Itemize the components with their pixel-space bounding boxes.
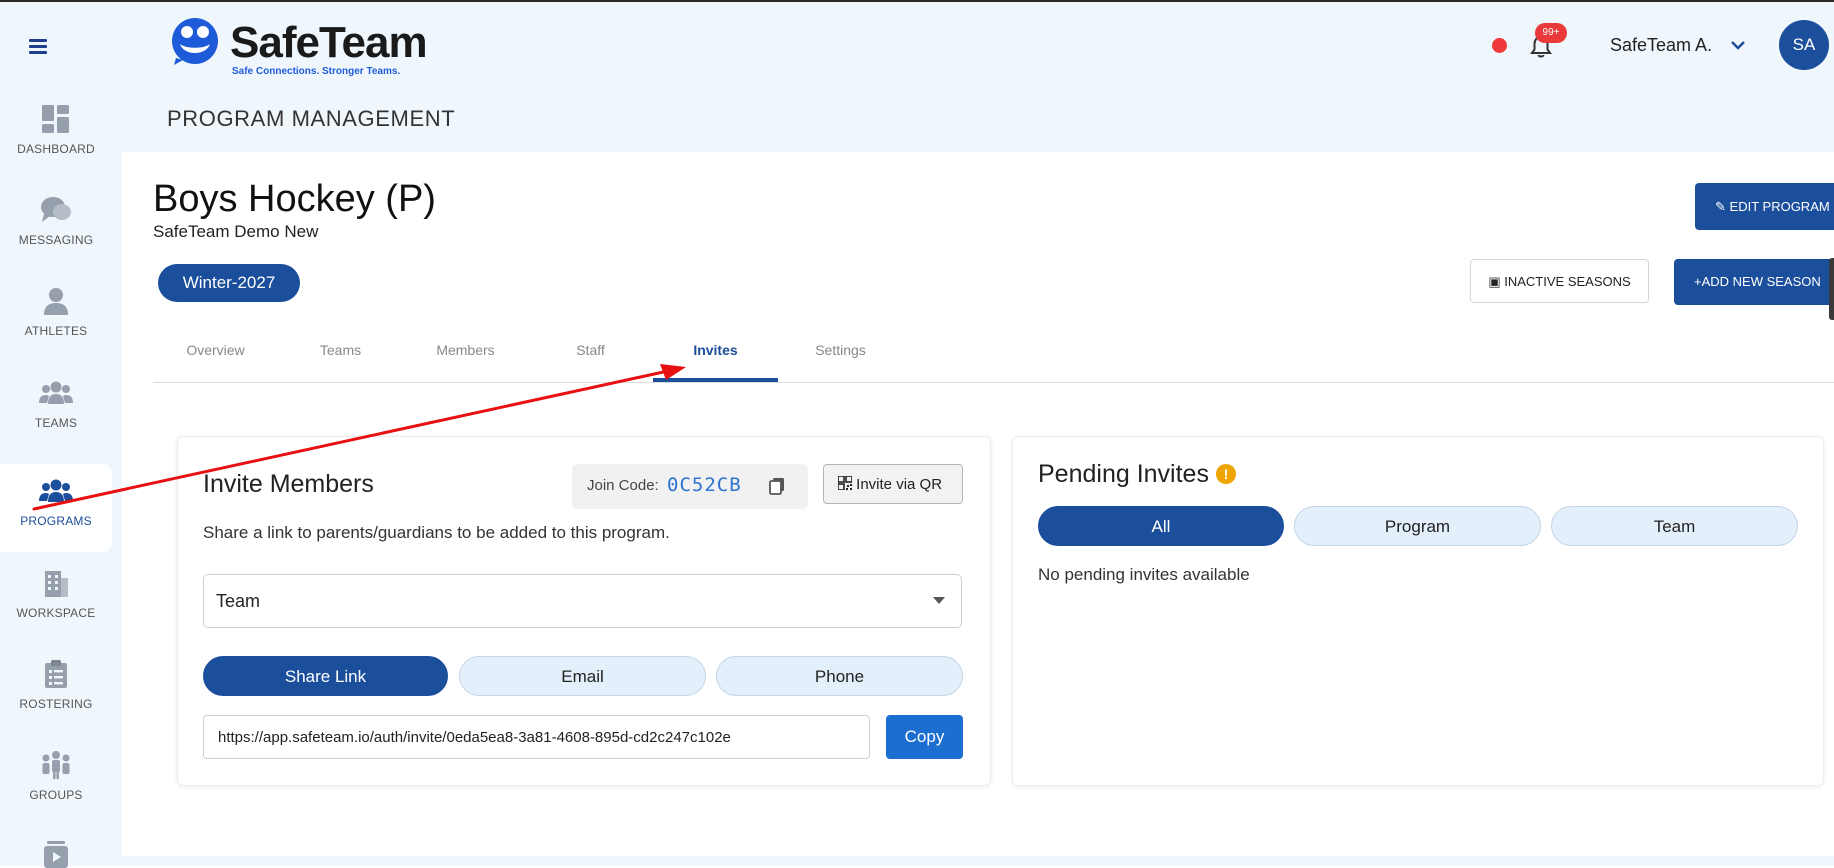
notification-badge: 99+ (1535, 23, 1567, 43)
logo-text: SafeTeam (230, 18, 428, 67)
program-organization: SafeTeam Demo New (153, 222, 319, 241)
invite-via-qr-label: Invite via QR (856, 476, 943, 493)
edit-program-button[interactable]: ✎ EDIT PROGRAM (1695, 183, 1834, 230)
sidebar-item-label: ROSTERING (19, 697, 93, 711)
copy-icon[interactable] (768, 477, 786, 495)
building-icon (45, 571, 68, 597)
pencil-icon: ✎ (1715, 199, 1726, 214)
tab-members[interactable]: Members (403, 330, 528, 382)
dashboard-icon (42, 105, 69, 133)
pending-invites-title: Pending Invites (1038, 460, 1209, 488)
sidebar-item-video[interactable] (0, 840, 112, 868)
status-dot (1492, 38, 1507, 53)
sidebar-item-teams[interactable]: TEAMS (0, 378, 112, 466)
join-code-label: Join Code: (587, 477, 659, 494)
warning-icon: ! (1216, 464, 1236, 484)
clipboard-icon (45, 660, 67, 688)
sidebar-item-workspace[interactable]: WORKSPACE (0, 568, 112, 656)
archive-icon: ▣ (1488, 274, 1501, 289)
copy-link-button[interactable]: Copy (886, 715, 963, 759)
scroll-handle[interactable] (1829, 258, 1834, 320)
people-group-icon (42, 751, 70, 779)
sidebar-item-label: TEAMS (34, 416, 78, 430)
invite-members-card: Invite Members Join Code: 0C52CB Invite … (177, 436, 991, 786)
sidebar-item-label: MESSAGING (18, 233, 94, 247)
filter-all-button[interactable]: All (1038, 506, 1284, 546)
tab-overview[interactable]: Overview (153, 330, 278, 382)
inactive-seasons-label: INACTIVE SEASONS (1504, 274, 1631, 289)
invite-link-field[interactable] (203, 715, 870, 759)
sidebar-item-programs[interactable]: PROGRAMS (0, 464, 112, 552)
join-code-value: 0C52CB (667, 474, 742, 496)
sidebar-item-label: PROGRAMS (20, 514, 92, 528)
avatar[interactable]: SA (1779, 20, 1829, 70)
sidebar-item-dashboard[interactable]: DASHBOARD (0, 104, 112, 192)
person-icon (44, 288, 68, 315)
sidebar: DASHBOARD MESSAGING ATHLETES TEAMS PROGR… (0, 2, 122, 868)
program-name: Boys Hockey (P) (153, 178, 436, 220)
programs-icon (39, 479, 73, 502)
invite-target-select[interactable]: Team (203, 574, 962, 628)
caret-down-icon (933, 597, 945, 604)
pending-invites-card: Pending Invites ! All Program Team No pe… (1012, 436, 1824, 786)
invite-via-qr-button[interactable]: Invite via QR (823, 464, 963, 504)
inactive-seasons-button[interactable]: ▣ INACTIVE SEASONS (1470, 259, 1649, 303)
logo-tagline: Safe Connections. Stronger Teams. (232, 66, 401, 77)
page-title: PROGRAM MANAGEMENT (167, 106, 456, 131)
add-season-label: ADD NEW SEASON (1701, 274, 1821, 289)
footer-strip (0, 856, 1834, 866)
join-code-box: Join Code: 0C52CB (572, 464, 808, 509)
sidebar-item-groups[interactable]: GROUPS (0, 750, 112, 838)
logo-mark-icon (172, 18, 218, 65)
group-icon (39, 381, 73, 404)
invite-description: Share a link to parents/guardians to be … (203, 523, 670, 542)
season-selector[interactable]: Winter-2027 (158, 264, 300, 302)
tab-settings[interactable]: Settings (778, 330, 903, 382)
pending-invites-empty-message: No pending invites available (1038, 565, 1250, 584)
chevron-down-icon[interactable] (1729, 36, 1747, 54)
user-menu-name[interactable]: SafeTeam A. (1610, 35, 1712, 56)
email-method-button[interactable]: Email (459, 656, 706, 696)
sidebar-item-label: ATHLETES (24, 324, 88, 338)
program-tabs: Overview Teams Members Staff Invites Set… (153, 330, 1834, 383)
tab-staff[interactable]: Staff (528, 330, 653, 382)
plus-icon: + (1694, 274, 1702, 289)
tab-teams[interactable]: Teams (278, 330, 403, 382)
hamburger-menu-icon[interactable] (26, 36, 50, 56)
sidebar-item-athletes[interactable]: ATHLETES (0, 286, 112, 374)
sidebar-item-messaging[interactable]: MESSAGING (0, 195, 112, 283)
sidebar-item-label: WORKSPACE (16, 606, 96, 620)
qr-code-icon (837, 475, 853, 491)
chat-bubbles-icon (41, 197, 71, 222)
invite-target-value: Team (216, 591, 261, 611)
tab-invites[interactable]: Invites (653, 330, 778, 382)
invite-members-title: Invite Members (203, 470, 374, 498)
filter-program-button[interactable]: Program (1294, 506, 1541, 546)
sidebar-item-rostering[interactable]: ROSTERING (0, 659, 112, 747)
safeteam-logo[interactable]: SafeTeam Safe Connections. Stronger Team… (170, 16, 430, 80)
edit-program-label: EDIT PROGRAM (1729, 199, 1830, 214)
share-link-method-button[interactable]: Share Link (203, 656, 448, 696)
sidebar-item-label: GROUPS (29, 788, 83, 802)
add-new-season-button[interactable]: +ADD NEW SEASON (1674, 259, 1834, 305)
filter-team-button[interactable]: Team (1551, 506, 1798, 546)
video-icon (44, 841, 68, 868)
phone-method-button[interactable]: Phone (716, 656, 963, 696)
sidebar-item-label: DASHBOARD (17, 142, 95, 156)
